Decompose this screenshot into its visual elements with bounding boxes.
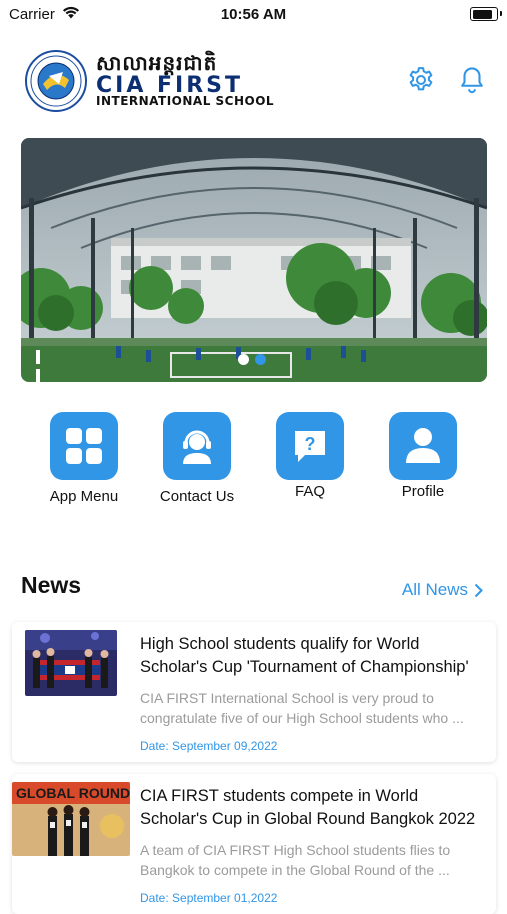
contact-us-label: Contact Us — [159, 488, 235, 505]
grid-icon — [66, 428, 102, 464]
news-card[interactable]: GLOBAL ROUND CIA FIRST students compete … — [12, 774, 496, 914]
svg-text:?: ? — [305, 434, 316, 454]
news-card[interactable]: High School students qualify for World S… — [12, 622, 496, 762]
notifications-button[interactable] — [455, 62, 489, 98]
notification-bell-icon — [461, 67, 483, 94]
news-thumbnail — [25, 630, 117, 696]
profile-button[interactable]: Profile — [373, 412, 473, 500]
all-news-link[interactable]: All News — [402, 580, 483, 600]
app-menu-label: App Menu — [49, 488, 119, 505]
thumb-caption: GLOBAL ROUND — [16, 785, 130, 801]
carousel-indicator[interactable] — [238, 354, 266, 365]
contact-us-button[interactable]: Contact Us — [147, 412, 247, 505]
clock: 10:56 AM — [220, 6, 287, 23]
news-summary: A team of CIA FIRST High School students… — [140, 842, 451, 878]
faq-button[interactable]: ? FAQ — [260, 412, 360, 500]
carousel-pause-button[interactable] — [36, 350, 50, 383]
contact-us-tile — [163, 412, 231, 480]
profile-label: Profile — [401, 483, 445, 500]
profile-tile — [389, 412, 457, 480]
school-subtitle: INTERNATIONAL SCHOOL — [96, 94, 275, 108]
pause-icon-bar — [36, 369, 40, 383]
support-agent-icon — [183, 430, 211, 464]
pause-icon — [36, 350, 40, 364]
settings-gear-icon — [409, 67, 433, 91]
faq-tile: ? — [276, 412, 344, 480]
carousel-dot-active[interactable] — [255, 354, 266, 365]
chevron-right-icon — [474, 583, 483, 597]
battery-icon — [470, 7, 502, 21]
status-bar: Carrier 10:56 AM — [0, 0, 507, 30]
app-menu-button[interactable]: App Menu — [34, 412, 134, 505]
question-bubble-icon: ? — [295, 431, 325, 462]
news-date: Date: September 09,2022 — [140, 739, 278, 753]
news-title: CIA FIRST students compete in World Scho… — [140, 787, 476, 828]
carousel-dot[interactable] — [238, 354, 249, 365]
news-section-title: News — [21, 572, 82, 598]
banner-carousel[interactable] — [21, 138, 487, 382]
news-thumbnail: GLOBAL ROUND — [12, 782, 130, 856]
school-crest-icon — [25, 50, 87, 112]
news-summary: CIA FIRST International School is very p… — [140, 690, 464, 726]
person-icon — [406, 428, 440, 463]
banner-image — [21, 138, 487, 382]
news-date: Date: September 01,2022 — [140, 891, 278, 905]
app-menu-tile — [50, 412, 118, 480]
all-news-label: All News — [401, 580, 468, 599]
faq-label: FAQ — [294, 483, 325, 500]
settings-button[interactable] — [404, 62, 438, 98]
news-title: High School students qualify for World S… — [140, 635, 469, 676]
